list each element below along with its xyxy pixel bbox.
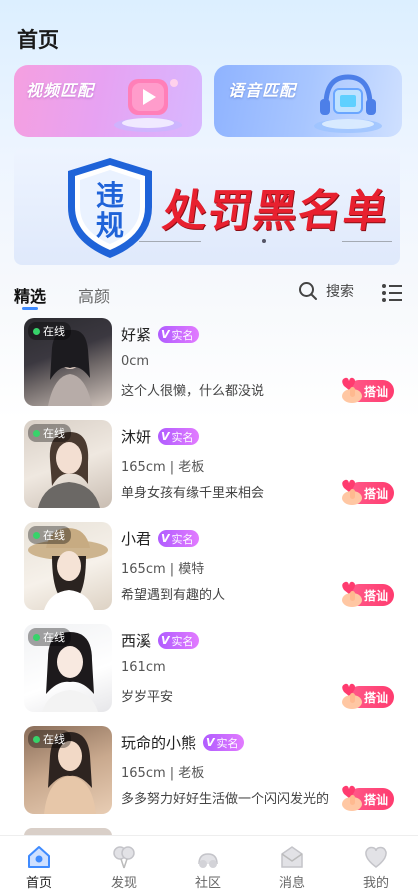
list-item[interactable]: 在线 好紧 V 实名 0cm 这个人很懒，什么都没说 搭讪	[0, 318, 418, 420]
user-bio: 希望遇到有趣的人	[121, 588, 226, 603]
banner-divider-left	[139, 241, 201, 242]
verified-badge: V 实名	[203, 734, 244, 751]
tabbar-label: 我的	[362, 876, 389, 891]
tabbar-label: 消息	[278, 876, 305, 891]
search-icon	[299, 282, 317, 300]
home-icon	[28, 846, 50, 868]
online-badge: 在线	[28, 730, 71, 748]
feed-tabs: 精选 高颜 搜索	[0, 279, 418, 311]
video-match-label: 视频匹配	[26, 81, 95, 100]
verified-label: 实名	[171, 634, 194, 648]
finger-heart-icon	[342, 377, 362, 403]
greet-button[interactable]: 搭讪	[338, 578, 394, 608]
user-bio: 单身女孩有缘千里来相会	[121, 486, 265, 501]
verified-badge: V 实名	[158, 632, 199, 649]
online-badge: 在线	[28, 526, 71, 544]
banner-title: 处罚黑名单	[159, 186, 392, 237]
user-info: 161cm	[121, 660, 166, 675]
tab-good-looking[interactable]: 高颜	[78, 283, 110, 307]
user-name: 西溪	[121, 632, 152, 650]
online-label: 在线	[43, 427, 65, 440]
page-title: 首页	[17, 28, 59, 52]
tabbar-item-community[interactable]: 社区	[178, 844, 238, 891]
verified-label: 实名	[171, 532, 194, 546]
search-label: 搜索	[326, 284, 354, 300]
verified-label: 实名	[171, 328, 194, 342]
online-badge: 在线	[28, 424, 71, 442]
online-label: 在线	[43, 631, 65, 644]
verified-badge: V 实名	[158, 326, 199, 343]
online-label: 在线	[43, 325, 65, 338]
filter-list-icon[interactable]	[381, 283, 403, 303]
shield-text-bottom: 规	[96, 209, 124, 242]
blacklist-banner[interactable]: 违 规 处罚黑名单	[14, 149, 400, 265]
shield-text-top: 违	[96, 179, 124, 212]
tabbar-item-home[interactable]: 首页	[9, 844, 69, 891]
online-badge: 在线	[28, 628, 71, 646]
greet-button[interactable]: 搭讪	[338, 680, 394, 710]
avatar[interactable]: 在线	[24, 624, 112, 712]
greet-button[interactable]: 搭讪	[338, 374, 394, 404]
banner-dot	[262, 239, 266, 243]
shield-icon: 违 规	[68, 158, 152, 258]
finger-heart-icon	[342, 683, 362, 709]
tabbar-label: 首页	[25, 876, 52, 891]
user-info: 165cm | 老板	[121, 766, 205, 781]
list-item[interactable]: 在线 沐妍 V 实名 165cm | 老板 单身女孩有缘千里来相会 搭讪	[0, 420, 418, 522]
verified-label: 实名	[171, 430, 194, 444]
heart-icon	[365, 846, 387, 868]
verified-badge: V 实名	[158, 530, 199, 547]
user-bio: 多多努力好好生活做一个闪闪发光的	[121, 792, 330, 807]
community-icon	[198, 853, 218, 868]
user-name: 好紧	[121, 326, 152, 344]
user-name: 沐妍	[121, 428, 152, 446]
user-info: 165cm | 老板	[121, 460, 205, 475]
tabbar-item-messages[interactable]: 消息	[262, 844, 322, 891]
tab-underline	[22, 307, 38, 310]
greet-button[interactable]: 搭讪	[338, 782, 394, 812]
user-bio: 这个人很懒，什么都没说	[121, 384, 265, 399]
finger-heart-icon	[342, 785, 362, 811]
online-badge: 在线	[28, 322, 71, 340]
bottom-tab-bar: 首页 发现 社区 消息 我的	[0, 835, 418, 892]
user-info: 165cm | 模特	[121, 562, 205, 577]
tabbar-item-mine[interactable]: 我的	[346, 844, 406, 891]
online-dot	[33, 429, 40, 437]
mail-icon	[281, 846, 303, 868]
online-dot	[33, 327, 40, 335]
tabbar-label: 发现	[110, 876, 137, 891]
list-item[interactable]: 在线 小君 V 实名 165cm | 模特 希望遇到有趣的人 搭讪	[0, 522, 418, 624]
online-label: 在线	[43, 733, 65, 746]
user-name: 小君	[121, 530, 152, 548]
avatar[interactable]: 在线	[24, 522, 112, 610]
avatar[interactable]: 在线	[24, 420, 112, 508]
verified-label: 实名	[216, 736, 239, 750]
user-bio: 岁岁平安	[121, 690, 174, 705]
tabbar-item-discover[interactable]: 发现	[94, 844, 154, 891]
voice-match-card[interactable]: 语音匹配	[214, 65, 402, 137]
tab-featured[interactable]: 精选	[14, 283, 46, 307]
finger-heart-icon	[342, 479, 362, 505]
voice-match-label: 语音匹配	[228, 81, 297, 100]
verified-badge: V 实名	[158, 428, 199, 445]
list-item[interactable]: 在线 西溪 V 实名 161cm 岁岁平安 搭讪	[0, 624, 418, 726]
greet-button[interactable]: 搭讪	[338, 476, 394, 506]
tabbar-label: 社区	[194, 876, 221, 891]
video-match-card[interactable]: 视频匹配	[14, 65, 202, 137]
video-play-icon	[114, 79, 182, 132]
online-label: 在线	[43, 529, 65, 542]
finger-heart-icon	[342, 581, 362, 607]
search-button[interactable]: 搜索	[298, 281, 354, 301]
avatar[interactable]: 在线	[24, 318, 112, 406]
online-dot	[33, 633, 40, 641]
headphones-icon	[314, 74, 382, 133]
list-item[interactable]: 在线 玩命的小熊 V 实名 165cm | 老板 多多努力好好生活做一个闪闪发光的…	[0, 726, 418, 828]
user-info: 0cm	[121, 354, 150, 369]
banner-divider-right	[342, 241, 392, 242]
avatar[interactable]: 在线	[24, 726, 112, 814]
user-name: 玩命的小熊	[121, 734, 197, 752]
online-dot	[33, 735, 40, 743]
online-dot	[33, 531, 40, 539]
balloon-icon	[113, 846, 135, 869]
